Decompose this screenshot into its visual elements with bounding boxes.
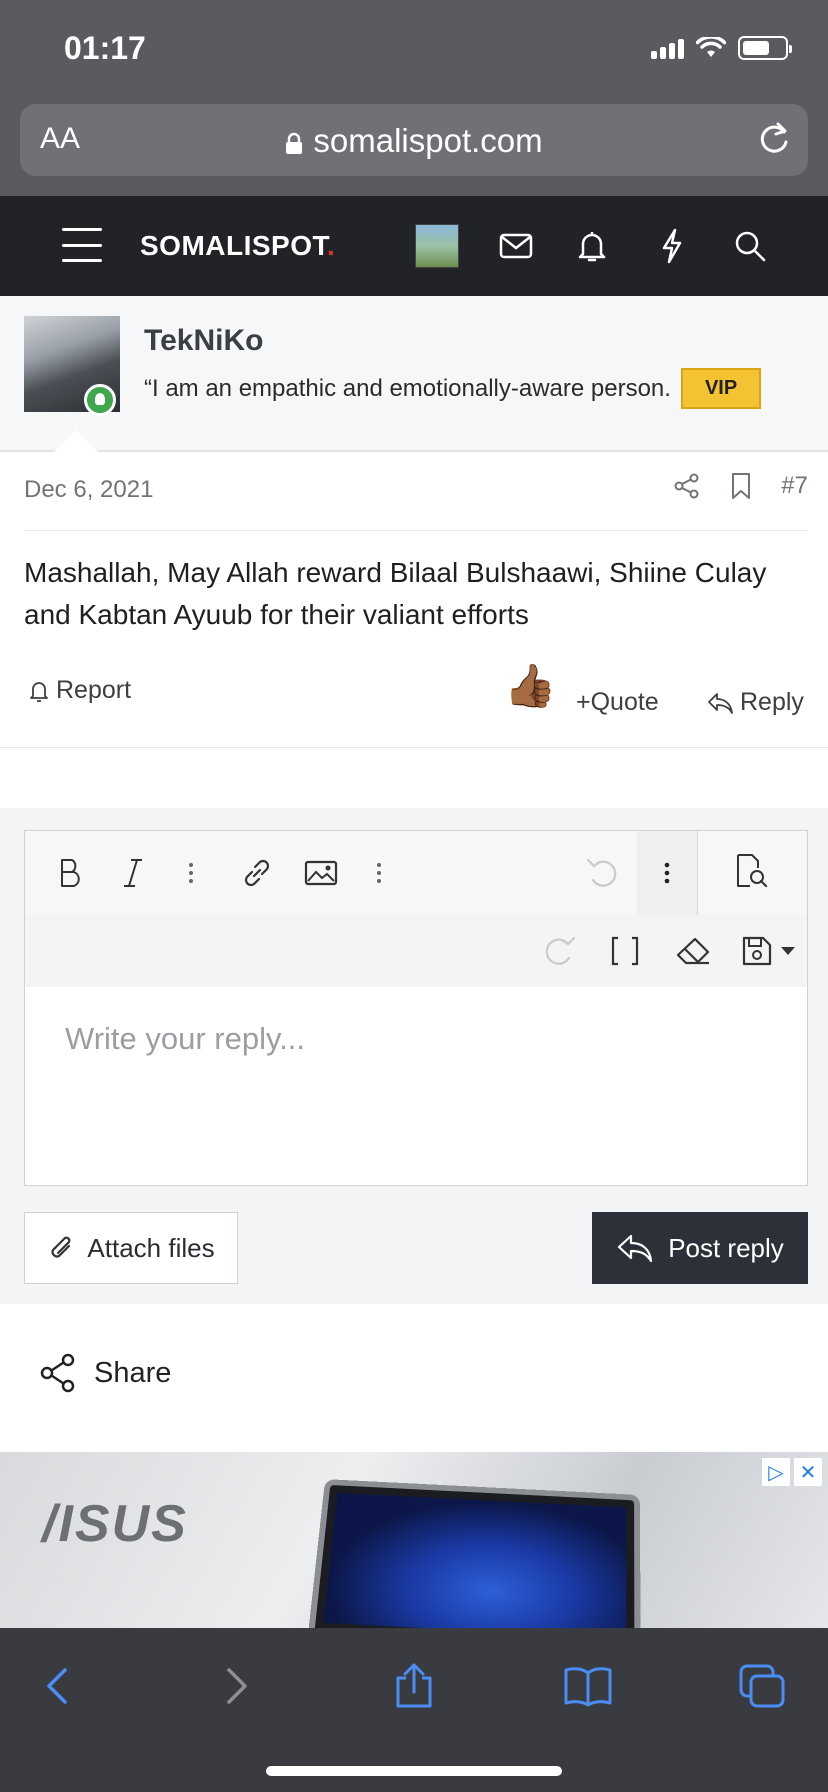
toolbar-separator — [697, 831, 698, 915]
lock-icon — [286, 132, 303, 154]
url-text[interactable]: somalispot.com — [20, 122, 808, 160]
share-icon[interactable] — [673, 472, 701, 500]
adchoices-icon[interactable]: ▷ — [762, 1458, 790, 1486]
redo-icon[interactable] — [539, 931, 579, 971]
editor-toolbar-secondary — [25, 915, 807, 987]
post-date[interactable]: Dec 6, 2021 — [24, 476, 153, 504]
lightning-icon[interactable] — [652, 226, 692, 266]
post-number-link[interactable]: #7 — [781, 472, 808, 500]
cellular-signal-icon — [651, 37, 684, 59]
status-time: 01:17 — [64, 30, 146, 66]
battery-icon — [738, 36, 792, 60]
report-link[interactable]: Report — [28, 676, 131, 705]
post-meta: Dec 6, 2021 #7 — [0, 452, 828, 532]
wifi-icon — [696, 37, 726, 57]
forward-icon[interactable] — [208, 1658, 264, 1714]
site-header: SOMALISPOT. — [0, 196, 828, 296]
bbcode-toggle-icon[interactable] — [605, 931, 645, 971]
reload-icon[interactable] — [756, 120, 792, 158]
menu-icon[interactable] — [62, 228, 102, 262]
share-button[interactable]: Share — [38, 1352, 171, 1394]
thumbs-up-reaction-icon[interactable]: 👍🏾 — [504, 662, 556, 711]
author-title: “I am an empathic and emotionally-aware … — [144, 368, 762, 411]
tabs-icon[interactable] — [734, 1658, 790, 1714]
post-reply-button[interactable]: Post reply — [592, 1212, 808, 1284]
more-text-options-icon[interactable] — [171, 853, 211, 893]
reply-label: Reply — [740, 688, 804, 716]
share-sheet-icon[interactable] — [386, 1658, 442, 1714]
share-icon — [40, 1353, 75, 1393]
bookmarks-icon[interactable] — [560, 1658, 616, 1714]
bold-icon[interactable] — [51, 853, 91, 893]
post-message: Mashallah, May Allah reward Bilaal Bulsh… — [24, 557, 767, 630]
back-icon[interactable] — [30, 1658, 86, 1714]
meta-divider — [24, 530, 808, 531]
mail-icon[interactable] — [496, 226, 536, 266]
attach-files-label: Attach files — [87, 1232, 215, 1263]
vip-badge: VIP — [680, 368, 762, 409]
browser-chrome: 01:17 AA somalispot.com — [0, 0, 828, 196]
quote-label: Quote — [590, 688, 659, 716]
report-label: Report — [56, 676, 132, 704]
editor-toolbar — [25, 831, 807, 915]
close-ad-icon[interactable]: ✕ — [794, 1458, 822, 1486]
reply-editor: Write your reply... — [24, 830, 808, 1186]
save-draft-icon[interactable] — [741, 931, 799, 971]
ad-laptop-image — [307, 1479, 641, 1628]
link-icon[interactable] — [237, 853, 277, 893]
author-pointer — [54, 430, 98, 452]
search-icon[interactable] — [730, 226, 770, 266]
more-toolbar-icon[interactable] — [647, 853, 687, 893]
user-avatar[interactable] — [415, 224, 459, 268]
share-label: Share — [94, 1356, 172, 1389]
reply-arrow-icon — [618, 1234, 653, 1263]
status-icons — [651, 36, 792, 60]
quick-reply: Write your reply... Attach files Post re… — [0, 808, 828, 1304]
undo-icon[interactable] — [583, 853, 623, 893]
post-reply-label: Post reply — [668, 1232, 784, 1263]
paperclip-icon — [51, 1236, 71, 1258]
bell-icon[interactable] — [572, 226, 612, 266]
url-domain: somalispot.com — [313, 122, 543, 159]
home-indicator — [266, 1766, 562, 1776]
ad-brand-logo: /ISUS — [42, 1495, 188, 1553]
adchoices[interactable]: ▷ ✕ — [762, 1458, 822, 1486]
author-user-title: “I am an empathic and emotionally-aware … — [144, 375, 671, 402]
bell-icon — [30, 681, 48, 702]
post-actions: Report 👍🏾 +Quote Reply — [0, 660, 828, 748]
address-bar[interactable]: AA somalispot.com — [20, 104, 808, 176]
reply-arrow-icon — [708, 692, 733, 714]
image-icon[interactable] — [301, 853, 341, 893]
site-logo[interactable]: SOMALISPOT. — [140, 230, 335, 262]
quote-link[interactable]: +Quote — [576, 688, 659, 717]
plus-icon: + — [576, 688, 591, 716]
reply-textarea[interactable]: Write your reply... — [65, 1021, 305, 1057]
post-meta-actions: #7 — [673, 472, 808, 500]
reply-link[interactable]: Reply — [706, 688, 804, 717]
italic-icon[interactable] — [113, 853, 153, 893]
attach-files-button[interactable]: Attach files — [24, 1212, 238, 1284]
eraser-icon[interactable] — [673, 931, 713, 971]
bookmark-icon[interactable] — [729, 472, 753, 500]
preview-icon[interactable] — [731, 851, 771, 891]
more-insert-options-icon[interactable] — [359, 853, 399, 893]
advertisement[interactable]: /ISUS ▷ ✕ — [0, 1452, 828, 1628]
online-status-icon — [84, 384, 116, 416]
browser-toolbar — [0, 1628, 828, 1792]
post-author-bar: TekNiKo “I am an empathic and emotionall… — [0, 296, 828, 452]
author-name[interactable]: TekNiKo — [144, 324, 263, 358]
